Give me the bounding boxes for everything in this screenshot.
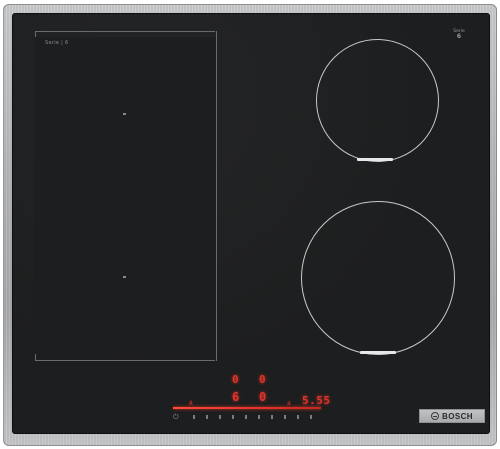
slider-tick[interactable] [310, 415, 312, 419]
power-icon[interactable]: ⏻ [173, 413, 181, 421]
flex-zone-gap-right [213, 37, 216, 354]
zone-front-right-marker [360, 351, 396, 354]
slider-tick[interactable] [284, 415, 286, 419]
series-badge: Serie 6 [446, 29, 472, 43]
slider-tick[interactable] [271, 415, 273, 419]
zone-center-mark-rear [123, 113, 126, 115]
slider-tick[interactable] [219, 415, 221, 419]
cooking-zone-front-right [301, 201, 455, 355]
slider-tick[interactable] [206, 415, 208, 419]
series-badge-num: 6 [456, 33, 462, 40]
brand-name: BOSCH [442, 411, 473, 421]
display-zone-3[interactable]: 6 [232, 391, 239, 403]
flex-zone-fill [36, 37, 214, 354]
touch-slider[interactable]: ⏻ [173, 413, 333, 421]
brand-badge: BOSCH [419, 409, 485, 423]
model-label: Serie | 6 [45, 40, 69, 46]
bosch-logo-icon [431, 412, 440, 420]
slider-tick[interactable] [258, 415, 260, 419]
slider-tick[interactable] [245, 415, 247, 419]
display-zone-1[interactable]: 0 [232, 374, 239, 385]
slider-tick[interactable] [232, 415, 234, 419]
slider-tick[interactable] [297, 415, 299, 419]
zone-center-mark-front [123, 276, 126, 278]
slider-tick[interactable] [193, 415, 195, 419]
zone-rear-right-marker [357, 158, 393, 161]
display-zone-4[interactable]: 0 [259, 391, 266, 403]
flex-zone-gap-left [34, 37, 37, 354]
display-zone-2[interactable]: 0 [259, 374, 266, 385]
timer-display[interactable]: 5.55 [302, 395, 331, 406]
power-slider-bar[interactable] [173, 407, 321, 409]
cooking-zone-rear-right [316, 39, 439, 162]
